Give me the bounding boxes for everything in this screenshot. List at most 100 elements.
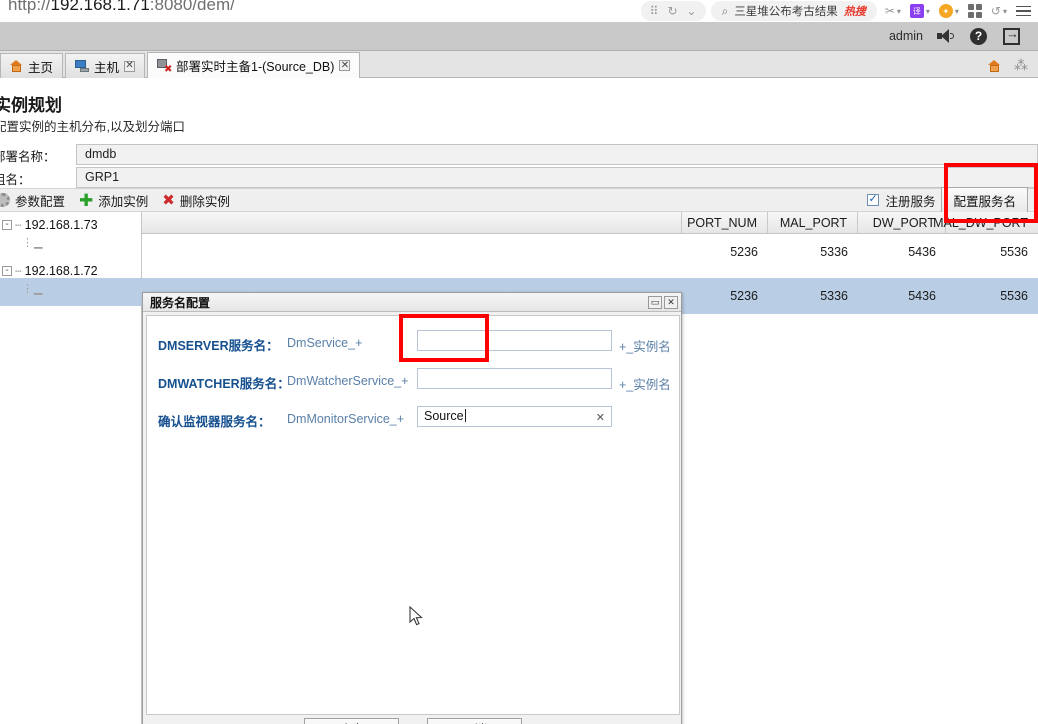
page-subtitle: 配置实例的主机分布,以及划分端口 bbox=[0, 120, 185, 134]
translate-icon[interactable]: 译 bbox=[909, 4, 924, 18]
dmwatcher-suffix: +_实例名 bbox=[619, 378, 671, 392]
dialog-body: DMSERVER服务名： DmService_+ +_实例名 DMWATCHER… bbox=[146, 315, 680, 715]
browser-search-pill[interactable]: ⌕ 三星堆公布考古结果 热搜 bbox=[710, 1, 877, 21]
service-name-config-dialog: 服务名配置 ▭ ✕ DMSERVER服务名： DmService_+ +_实例名… bbox=[142, 292, 682, 724]
tree-child-placeholder: ⋮▁ bbox=[22, 237, 44, 249]
browser-toolbar-right: ⠿ ↻ ⌄ ⌕ 三星堆公布考古结果 热搜 ✂ ▾ 译 ▾ ✦ ▾ ↺ ▾ bbox=[640, 0, 1038, 22]
grid-header-mal-dw-port[interactable]: MAL_DW_PORT bbox=[933, 212, 1038, 233]
translate-tool[interactable]: 译 ▾ bbox=[909, 4, 930, 18]
cell-dw-port: 5436 bbox=[908, 289, 936, 303]
speaker-icon[interactable] bbox=[937, 29, 954, 43]
dmmonitor-input[interactable]: Source ✕ bbox=[417, 406, 612, 427]
chevron-down-icon[interactable]: ▾ bbox=[1003, 7, 1007, 16]
tab-label: 主机 bbox=[94, 60, 120, 75]
shield-tool[interactable]: ✦ ▾ bbox=[938, 4, 959, 18]
expander-icon[interactable]: - bbox=[2, 220, 12, 230]
refresh-icon[interactable]: ↻ bbox=[667, 5, 677, 17]
cell-mal-port: 5336 bbox=[820, 289, 848, 303]
ok-button[interactable]: 确定 bbox=[304, 717, 399, 724]
logout-icon[interactable] bbox=[1003, 26, 1022, 45]
history-icon[interactable]: ↺ bbox=[991, 5, 1001, 17]
scissors-tool[interactable]: ✂ ▾ bbox=[885, 5, 901, 17]
tab-home[interactable]: 主页 bbox=[0, 53, 64, 78]
screen-root: http://192.168.1.71:8080/dem/ ⠿ ↻ ⌄ ⌕ 三星… bbox=[0, 0, 1038, 724]
chevron-down-icon[interactable]: ⌄ bbox=[687, 5, 697, 17]
expander-icon[interactable]: - bbox=[2, 266, 12, 276]
grid-header-spacer bbox=[142, 212, 682, 233]
cancel-button[interactable]: 取消 bbox=[427, 717, 522, 724]
dialog-title-bar[interactable]: 服务名配置 ▭ ✕ bbox=[143, 293, 681, 312]
maximize-icon[interactable]: ▭ bbox=[648, 295, 662, 309]
collections-tool[interactable] bbox=[967, 4, 982, 18]
dmwatcher-label: DMWATCHER服务名： bbox=[158, 377, 290, 391]
toolbar-item-label: 添加实例 bbox=[98, 194, 149, 209]
shield-icon[interactable]: ✦ bbox=[938, 4, 953, 18]
cell-mal-port: 5336 bbox=[820, 245, 848, 259]
toolbar-item-label: 删除实例 bbox=[179, 194, 230, 209]
tab-label: 主页 bbox=[28, 60, 54, 75]
tree-node-label: 192.168.1.72 bbox=[24, 264, 98, 278]
collections-grid-icon[interactable] bbox=[967, 4, 982, 18]
dmmonitor-input-value: Source bbox=[424, 409, 464, 423]
url-prefix: http:// bbox=[8, 0, 51, 14]
delete-instance-button[interactable]: ✖ 删除实例 bbox=[162, 191, 230, 210]
grid-header-port-num[interactable]: PORT_NUM bbox=[682, 212, 768, 233]
config-service-name-button[interactable]: 配置服务名 bbox=[941, 186, 1028, 214]
question-mark-icon[interactable]: ? bbox=[970, 27, 987, 45]
browser-quick-pill[interactable]: ⠿ ↻ ⌄ bbox=[640, 1, 706, 21]
dialog-window-buttons: ▭ ✕ bbox=[648, 295, 678, 309]
scatter-icon[interactable]: ⁂ bbox=[1014, 57, 1028, 74]
cell-port-num: 5236 bbox=[730, 289, 758, 303]
address-bar-text[interactable]: http://192.168.1.71:8080/dem/ bbox=[8, 0, 235, 15]
close-icon[interactable]: ✕ bbox=[664, 295, 678, 309]
dmmonitor-service-row: 确认监视器服务名： DmMonitorService_+ Source ✕ bbox=[147, 406, 681, 436]
dmserver-suffix: +_实例名 bbox=[619, 340, 671, 354]
tab-host[interactable]: 主机 ✕ bbox=[65, 53, 146, 78]
history-tool[interactable]: ↺ ▾ bbox=[991, 5, 1007, 17]
group-name-label: 组名： bbox=[0, 173, 31, 187]
group-name-input[interactable]: GRP1 bbox=[76, 167, 1038, 188]
cell-mal-dw-port: 5536 bbox=[1000, 245, 1028, 259]
table-row[interactable]: 5236 5336 5436 5536 bbox=[0, 234, 1038, 270]
deploy-name-label: 部署名称： bbox=[0, 150, 56, 164]
current-user-label: admin bbox=[888, 29, 923, 43]
tab-label: 部署实时主备1-(Source_DB) bbox=[176, 60, 335, 74]
param-config-button[interactable]: 参数配置 bbox=[0, 191, 65, 210]
chevron-down-icon[interactable]: ▾ bbox=[955, 7, 959, 16]
toolbar-item-label: 参数配置 bbox=[15, 194, 66, 209]
app-header-bar: admin ? bbox=[0, 22, 1038, 51]
register-service-checkbox[interactable] bbox=[867, 192, 880, 206]
dialog-title: 服务名配置 bbox=[150, 295, 211, 310]
tab-bar-actions: ⁂ bbox=[988, 57, 1038, 77]
chevron-down-icon[interactable]: ▾ bbox=[897, 7, 901, 16]
tree-connector-icon: ┄ bbox=[15, 265, 22, 278]
tree-node-host-72[interactable]: - ┄ 192.168.1.72 bbox=[2, 264, 98, 278]
tab-deploy-source-db[interactable]: ✖ 部署实时主备1-(Source_DB) ✕ bbox=[147, 52, 361, 78]
dmserver-input[interactable] bbox=[417, 330, 612, 351]
deploy-icon: ✖ bbox=[157, 59, 172, 75]
dmserver-prefix: DmService_+ bbox=[287, 336, 363, 350]
url-host: 192.168.1.71 bbox=[50, 0, 150, 14]
scissors-icon[interactable]: ✂ bbox=[885, 5, 895, 17]
tab-bar: 主页 主机 ✕ ✖ 部署实时主备1-(Source_DB) ✕ ⁂ bbox=[0, 51, 1038, 78]
add-instance-button[interactable]: ✚ 添加实例 bbox=[79, 191, 148, 210]
tree-node-host-73[interactable]: - ┄ 192.168.1.73 bbox=[2, 218, 98, 232]
close-icon[interactable]: ✕ bbox=[124, 60, 136, 72]
hamburger-menu-icon[interactable] bbox=[1016, 5, 1031, 17]
clear-x-icon[interactable]: ✕ bbox=[596, 409, 605, 428]
close-icon[interactable]: ✕ bbox=[339, 60, 351, 71]
host-tree-panel: - ┄ 192.168.1.73 ⋮▁ - ┄ 192.168.1.72 ⋮▁ bbox=[0, 212, 142, 724]
page-content: 实例规划 配置实例的主机分布,以及划分端口 部署名称： dmdb 组名： GRP… bbox=[0, 78, 1038, 724]
toolbar-right-group: 注册服务 配置服务名 bbox=[867, 186, 1038, 214]
plus-icon: ✚ bbox=[79, 190, 94, 210]
dmmonitor-label: 确认监视器服务名： bbox=[158, 415, 271, 429]
dmserver-label: DMSERVER服务名： bbox=[158, 339, 279, 353]
chevron-down-icon[interactable]: ▾ bbox=[926, 7, 930, 16]
deploy-name-row: 部署名称： dmdb bbox=[0, 144, 1038, 166]
apps-grid-icon[interactable]: ⠿ bbox=[650, 5, 659, 17]
dmwatcher-input[interactable] bbox=[417, 368, 612, 389]
grid-header-mal-port[interactable]: MAL_PORT bbox=[768, 212, 858, 233]
deploy-name-input[interactable]: dmdb bbox=[76, 144, 1038, 165]
home-icon[interactable] bbox=[988, 59, 1001, 72]
dmmonitor-prefix: DmMonitorService_+ bbox=[287, 412, 405, 426]
